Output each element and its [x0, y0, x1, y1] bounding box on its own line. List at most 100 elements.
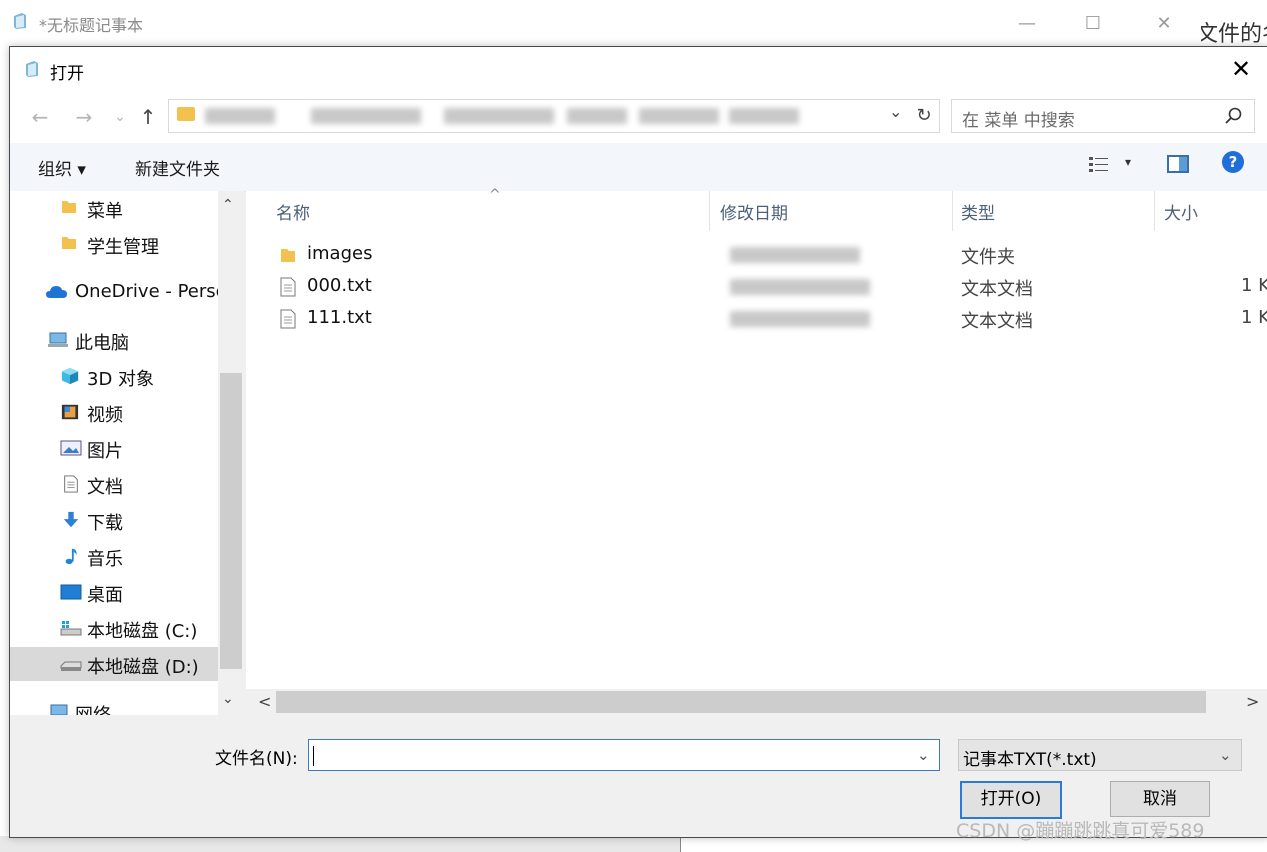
filename-label: 文件名(N): [215, 749, 298, 769]
sort-ascending-icon: ^ [489, 187, 501, 203]
search-input[interactable]: 在 菜单 中搜索 [951, 99, 1255, 133]
open-file-dialog: 打开 ✕ ← → ⌄ ↑ ⌄ ↻ 在 菜单 中搜索 组织 ▾ 新建文件夹 ▾ ?… [9, 46, 1267, 838]
minimize-button[interactable]: — [1012, 10, 1042, 38]
nav-item-desktop[interactable]: 桌面 [10, 575, 218, 609]
column-header-type[interactable]: 类型 [961, 199, 995, 224]
redacted-date [730, 279, 870, 295]
nav-item-label: 本地磁盘 (D:) [87, 657, 199, 678]
up-button[interactable]: ↑ [136, 105, 160, 129]
scrollbar-thumb[interactable] [220, 373, 242, 669]
nav-item-label: 视频 [87, 405, 123, 426]
nav-item-student-management[interactable]: 学生管理 [10, 227, 218, 261]
organize-button[interactable]: 组织 ▾ [38, 155, 86, 180]
forward-button[interactable]: → [72, 105, 96, 129]
maximize-button[interactable]: ☐ [1078, 10, 1108, 38]
dialog-titlebar: 打开 ✕ [10, 47, 1267, 91]
file-size: 1 K [1241, 275, 1267, 296]
file-type: 文件夹 [961, 247, 1015, 268]
nav-item-videos[interactable]: 视频 [10, 395, 218, 429]
view-options-icon[interactable] [1088, 155, 1110, 175]
chevron-down-icon[interactable]: ⌄ [917, 746, 930, 764]
chevron-up-icon[interactable]: ⌃ [222, 197, 234, 213]
text-file-icon [280, 277, 296, 297]
column-divider[interactable] [709, 191, 710, 231]
file-row[interactable]: 000.txt 文本文档 1 K [246, 271, 1267, 303]
chevron-right-icon[interactable]: > [1246, 692, 1259, 711]
drive-icon [60, 621, 82, 636]
background-bottom-strip [0, 836, 680, 852]
chevron-left-icon[interactable]: < [258, 692, 271, 711]
refresh-button[interactable]: ↻ [909, 99, 940, 133]
picture-icon [60, 440, 82, 456]
redacted-path [639, 108, 719, 124]
nav-item-menu[interactable]: 菜单 [10, 191, 218, 225]
scrollbar-thumb[interactable] [276, 691, 1206, 713]
computer-icon [48, 332, 68, 347]
redacted-path [311, 108, 421, 124]
redacted-path [205, 108, 275, 124]
nav-item-3d-objects[interactable]: 3D 对象 [10, 359, 218, 393]
nav-item-music[interactable]: 音乐 [10, 539, 218, 573]
file-row[interactable]: images 文件夹 [246, 239, 1267, 271]
nav-item-onedrive[interactable]: OneDrive - Persc [10, 275, 218, 309]
notepad-app-icon [14, 13, 26, 29]
download-icon [63, 511, 79, 528]
nav-item-label: 网络 [75, 701, 111, 715]
folder-icon [62, 201, 76, 213]
dialog-close-button[interactable]: ✕ [1226, 56, 1256, 82]
file-type-filter-select[interactable]: 记事本TXT(*.txt) ⌄ [958, 739, 1242, 771]
chevron-down-icon[interactable]: ⌄ [889, 102, 902, 121]
view-dropdown-button[interactable]: ▾ [1125, 155, 1131, 169]
nav-item-drive-d[interactable]: 本地磁盘 (D:) [10, 647, 218, 681]
nav-item-downloads[interactable]: 下载 [10, 503, 218, 537]
text-caret [313, 746, 314, 766]
notepad-close-button[interactable]: ✕ [1149, 10, 1179, 38]
nav-item-documents[interactable]: 文档 [10, 467, 218, 501]
file-row[interactable]: 111.txt 文本文档 1 K [246, 303, 1267, 335]
recent-locations-button[interactable]: ⌄ [108, 105, 132, 129]
nav-item-label: 学生管理 [87, 237, 159, 258]
text-file-icon [280, 309, 296, 329]
nav-item-network[interactable]: 网络 [10, 695, 218, 715]
chevron-down-icon[interactable]: ⌄ [222, 691, 234, 707]
back-button[interactable]: ← [28, 105, 52, 129]
folder-icon [62, 237, 76, 249]
nav-pane-scrollbar[interactable]: ⌃ ⌄ [218, 191, 244, 715]
search-icon[interactable] [1224, 106, 1244, 126]
drive-icon [60, 661, 82, 671]
cloud-icon [46, 286, 67, 298]
nav-item-label: 3D 对象 [87, 369, 155, 390]
chevron-down-icon[interactable]: ⌄ [1219, 746, 1232, 764]
nav-item-pictures[interactable]: 图片 [10, 431, 218, 465]
column-divider[interactable] [1154, 191, 1155, 231]
column-divider[interactable] [952, 191, 953, 231]
address-bar[interactable]: ⌄ [168, 99, 910, 133]
preview-pane-icon[interactable] [1167, 155, 1189, 173]
nav-item-label: 下载 [87, 513, 123, 534]
nav-item-label: 本地磁盘 (C:) [87, 621, 198, 642]
open-button[interactable]: 打开(O) [960, 781, 1062, 819]
redacted-date [730, 247, 860, 263]
file-type-filter-value: 记事本TXT(*.txt) [963, 750, 1097, 770]
document-icon [64, 475, 78, 493]
dialog-title: 打开 [50, 64, 84, 84]
redacted-path [729, 108, 799, 124]
filename-input[interactable]: ⌄ [308, 739, 940, 771]
address-row: ← → ⌄ ↑ ⌄ ↻ 在 菜单 中搜索 [10, 91, 1267, 143]
file-type: 文本文档 [961, 279, 1033, 300]
nav-item-this-pc[interactable]: 此电脑 [10, 323, 218, 357]
nav-item-drive-c[interactable]: 本地磁盘 (C:) [10, 611, 218, 645]
column-header-name[interactable]: 名称 [276, 199, 310, 224]
cancel-button[interactable]: 取消 [1110, 781, 1210, 817]
file-list-horizontal-scrollbar[interactable]: < > [246, 689, 1267, 715]
nav-item-label: OneDrive - Persc [75, 281, 218, 302]
column-header-size[interactable]: 大小 [1164, 199, 1198, 224]
nav-item-label: 桌面 [87, 585, 123, 606]
music-icon [65, 548, 77, 565]
file-name: images [307, 243, 373, 264]
new-folder-button[interactable]: 新建文件夹 [135, 155, 220, 180]
file-name: 111.txt [307, 307, 372, 328]
help-icon[interactable]: ? [1222, 151, 1244, 173]
nav-item-label: 文档 [87, 477, 123, 498]
column-header-modified[interactable]: 修改日期 [720, 199, 788, 224]
